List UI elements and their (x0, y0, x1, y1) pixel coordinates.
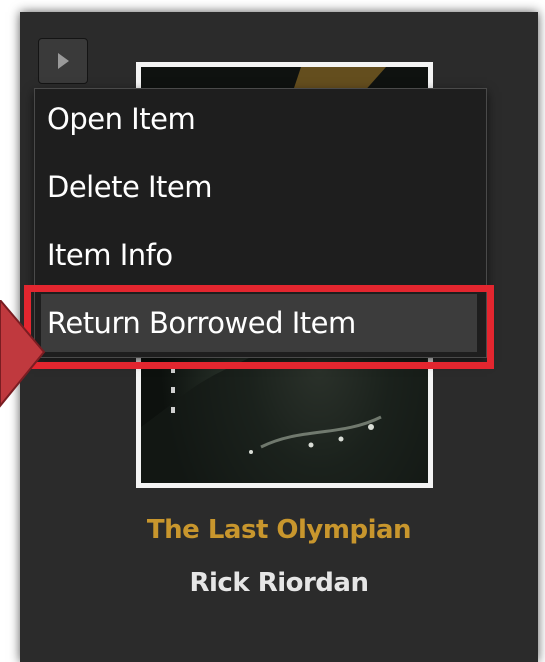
context-menu: Open Item Delete Item Item Info Return B… (34, 88, 487, 358)
expand-button[interactable] (38, 38, 88, 84)
menu-item-info[interactable]: Item Info (47, 230, 477, 280)
menu-item-open[interactable]: Open Item (47, 94, 477, 144)
triangle-right-icon (58, 53, 69, 69)
menu-item-delete[interactable]: Delete Item (47, 162, 477, 212)
book-title[interactable]: The Last Olympian (20, 515, 538, 545)
book-author: Rick Riordan (189, 568, 369, 598)
pointer-arrow-icon (0, 300, 46, 408)
menu-item-return-borrowed[interactable]: Return Borrowed Item (41, 294, 477, 352)
